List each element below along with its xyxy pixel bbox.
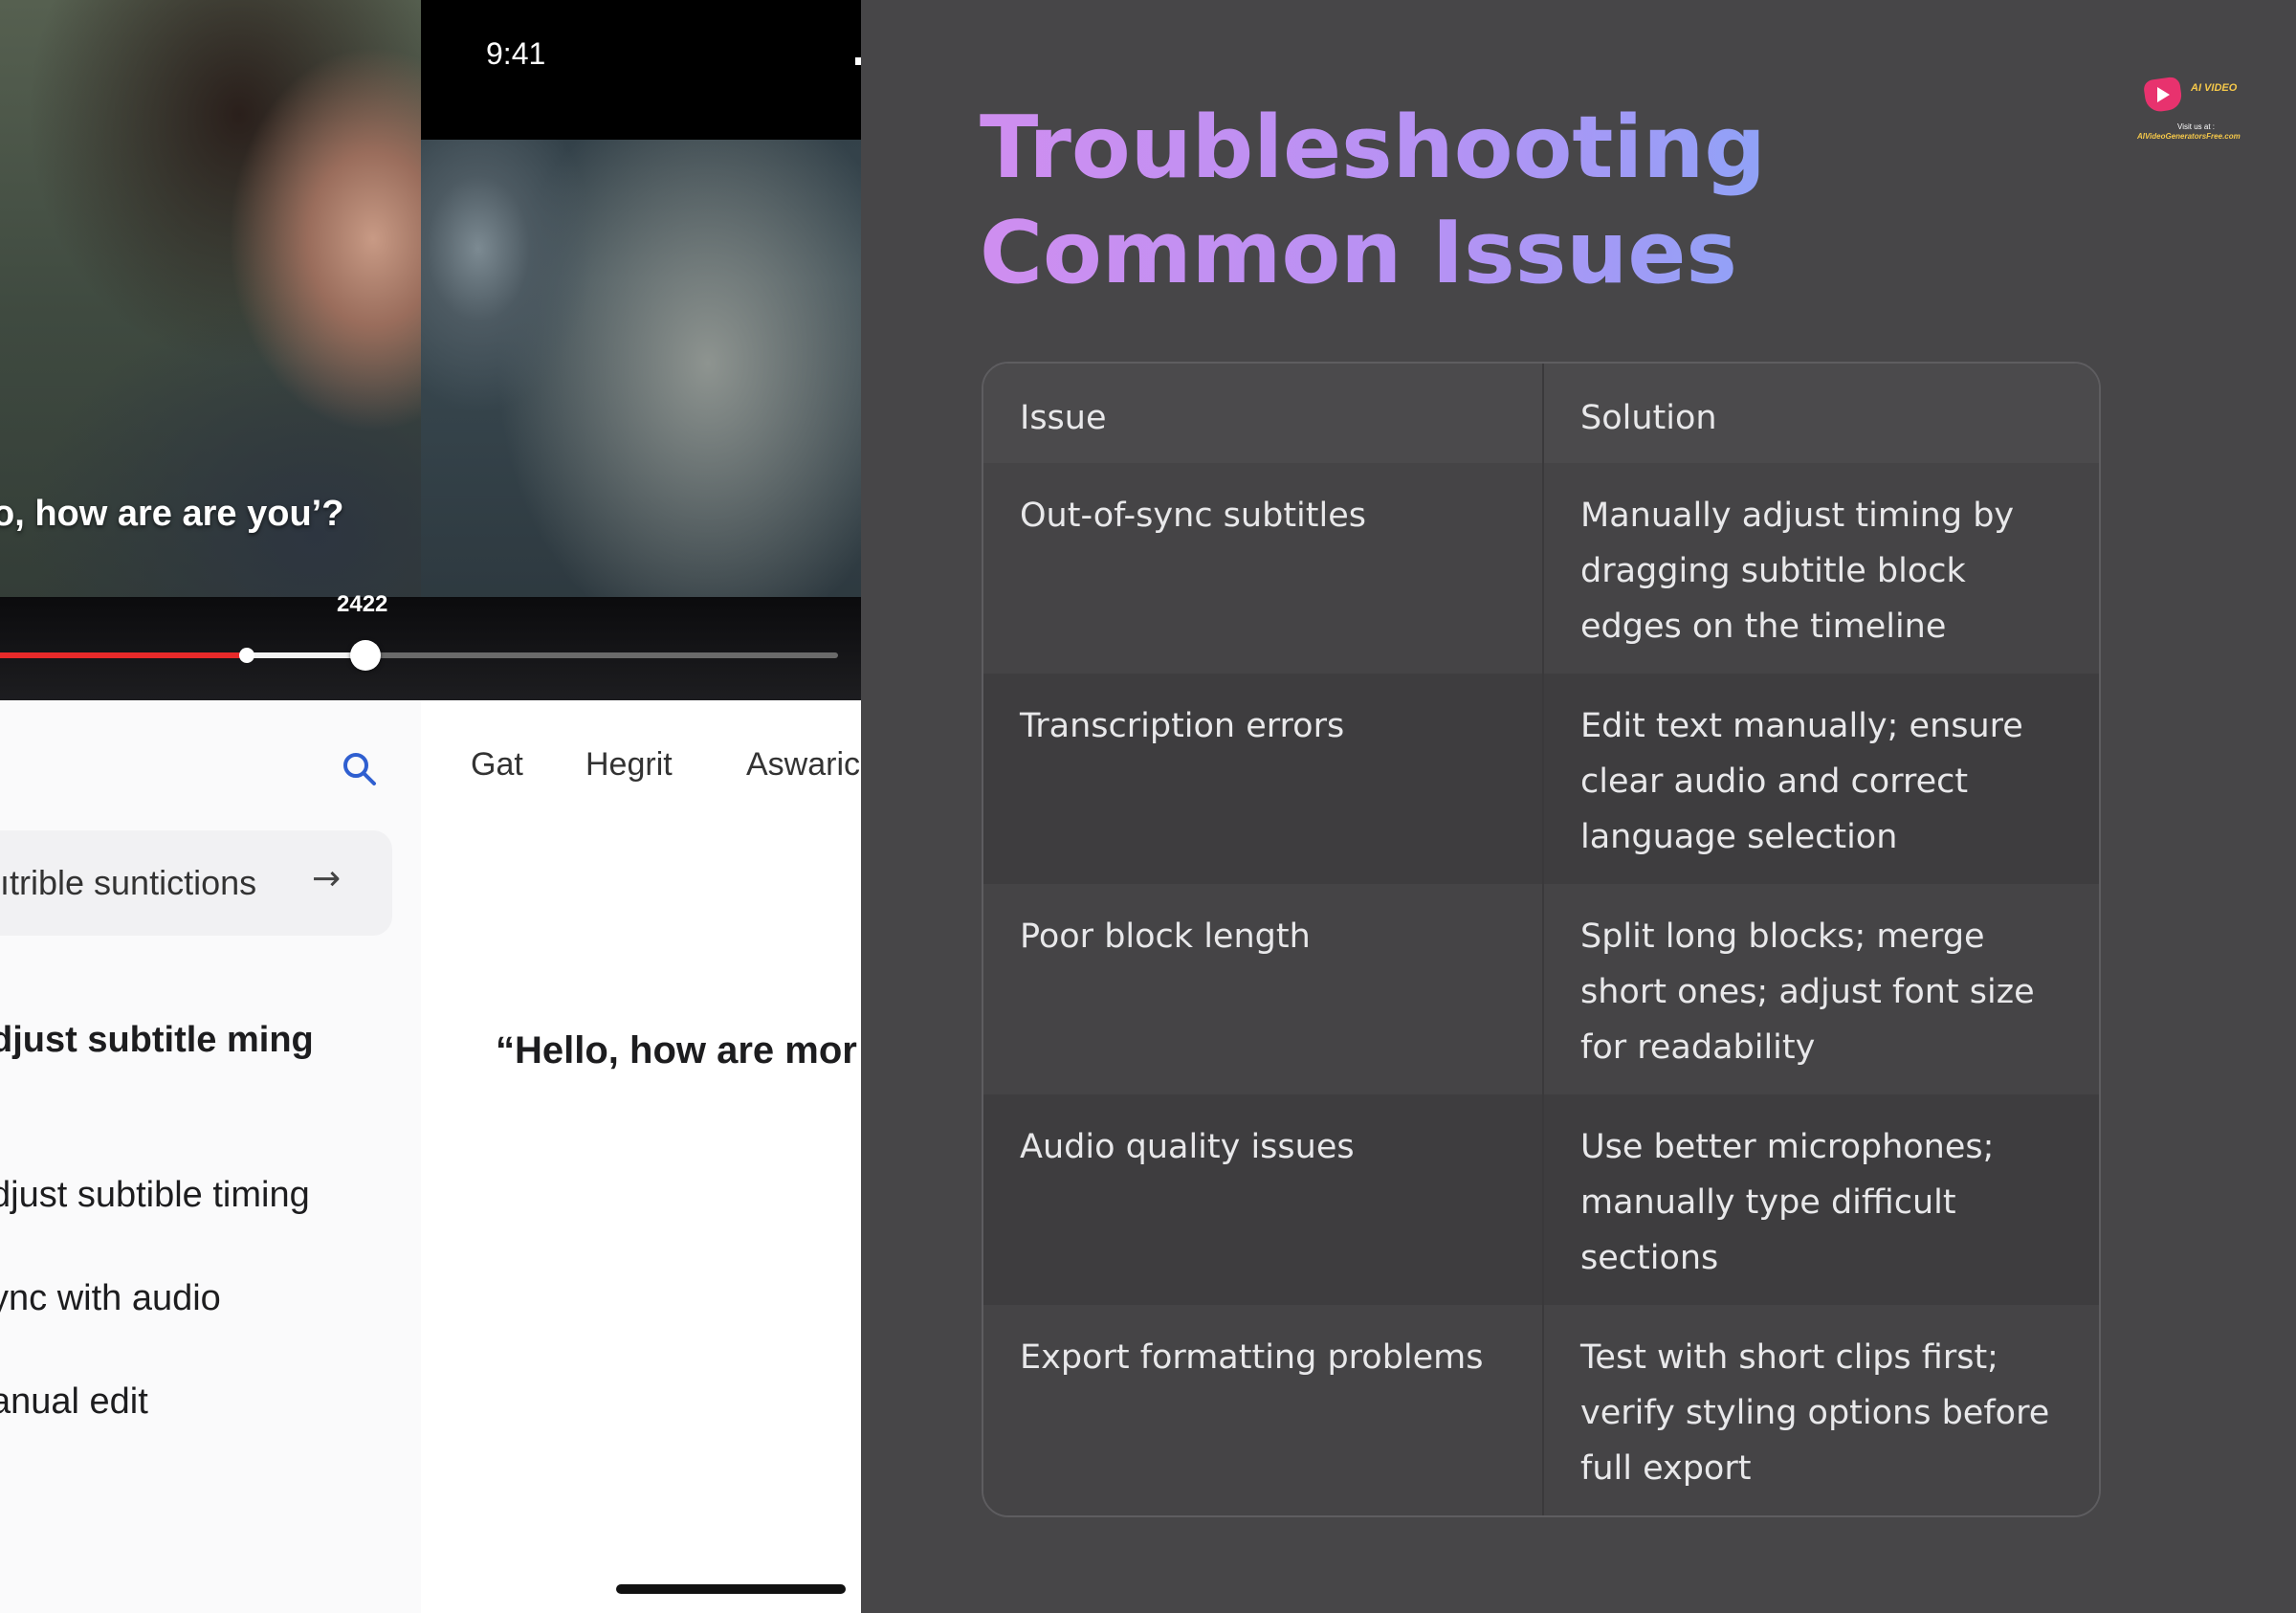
side-item-manual-edit[interactable]: anual edit (0, 1381, 148, 1423)
issues-table: Issue Solution Out-of-sync subtitles Man… (982, 362, 2101, 1517)
solution-cell: Manually adjust timing by dragging subti… (1542, 463, 2099, 674)
header-solution: Solution (1542, 364, 2099, 463)
table-row: Transcription errors Edit text manually;… (983, 674, 2099, 884)
scrub-time-label: 2422 (337, 591, 388, 617)
table-row: Poor block length Split long blocks; mer… (983, 884, 2099, 1094)
arrow-right-icon: → (312, 859, 342, 898)
home-indicator (616, 1584, 846, 1594)
issue-cell: Audio quality issues (1020, 1128, 1355, 1166)
header-issue: Issue (1020, 399, 1107, 437)
selection-start-handle[interactable] (239, 648, 254, 663)
logo-url: AIVideoGeneratorsFree.com (2137, 132, 2241, 141)
suggestion-chip[interactable]: ıtrible suntictions → (0, 830, 392, 936)
solution-cell: Test with short clips first; verify styl… (1542, 1305, 2099, 1515)
logo-title: AI VIDEO (2191, 82, 2238, 94)
status-indicator-icon (855, 57, 861, 65)
table-row: Export formatting problems Test with sho… (983, 1305, 2099, 1515)
phone-screenshot: 9:41 o, how are are you’? 2422 Gat Hegri… (0, 0, 861, 1613)
solution-cell: Split long blocks; merge short ones; adj… (1542, 884, 2099, 1094)
issue-cell: Transcription errors (1020, 707, 1345, 745)
video-player[interactable]: 9:41 o, how are are you’? 2422 (0, 0, 861, 700)
search-icon[interactable] (341, 750, 379, 788)
tab-aswaric[interactable]: Aswaric (746, 746, 860, 784)
video-subtitle-caption: o, how are are you’? (0, 494, 344, 534)
side-item-sync-audio[interactable]: ync with audio (0, 1278, 221, 1319)
table-row: Audio quality issues Use better micropho… (983, 1094, 2099, 1305)
progress-knob[interactable] (350, 640, 381, 671)
issue-cell: Export formatting problems (1020, 1338, 1484, 1377)
issue-cell: Out-of-sync subtitles (1020, 497, 1366, 535)
status-time: 9:41 (486, 36, 546, 71)
slide-title: Troubleshooting Common Issues (980, 96, 2137, 306)
player-controls-band (0, 597, 861, 700)
solution-cell: Use better microphones; manually type di… (1542, 1094, 2099, 1305)
transcript-quote: “Hello, how are mor (496, 1029, 857, 1072)
logo-visit-label: Visit us at : (2177, 122, 2215, 131)
content-panel (421, 700, 861, 1613)
progress-selection (247, 652, 365, 658)
suggestion-chip-label: ıtrible suntictions (0, 863, 257, 902)
tab-hegrit[interactable]: Hegrit (585, 746, 673, 784)
brand-logo: AI VIDEO Visit us at : AIVideoGenerators… (2130, 69, 2263, 149)
issue-cell: Poor block length (1020, 917, 1311, 956)
table-row: Out-of-sync subtitles Manually adjust ti… (983, 463, 2099, 674)
status-bar: 9:41 (421, 0, 861, 140)
table-header-row: Issue Solution (983, 364, 2099, 463)
solution-cell: Edit text manually; ensure clear audio a… (1542, 674, 2099, 884)
side-heading: djust subtitle ming (0, 1020, 314, 1060)
side-item-adjust-timing[interactable]: djust subtible timing (0, 1175, 310, 1216)
tab-gat[interactable]: Gat (471, 746, 523, 784)
progress-played (0, 652, 247, 658)
play-icon (2157, 87, 2170, 102)
